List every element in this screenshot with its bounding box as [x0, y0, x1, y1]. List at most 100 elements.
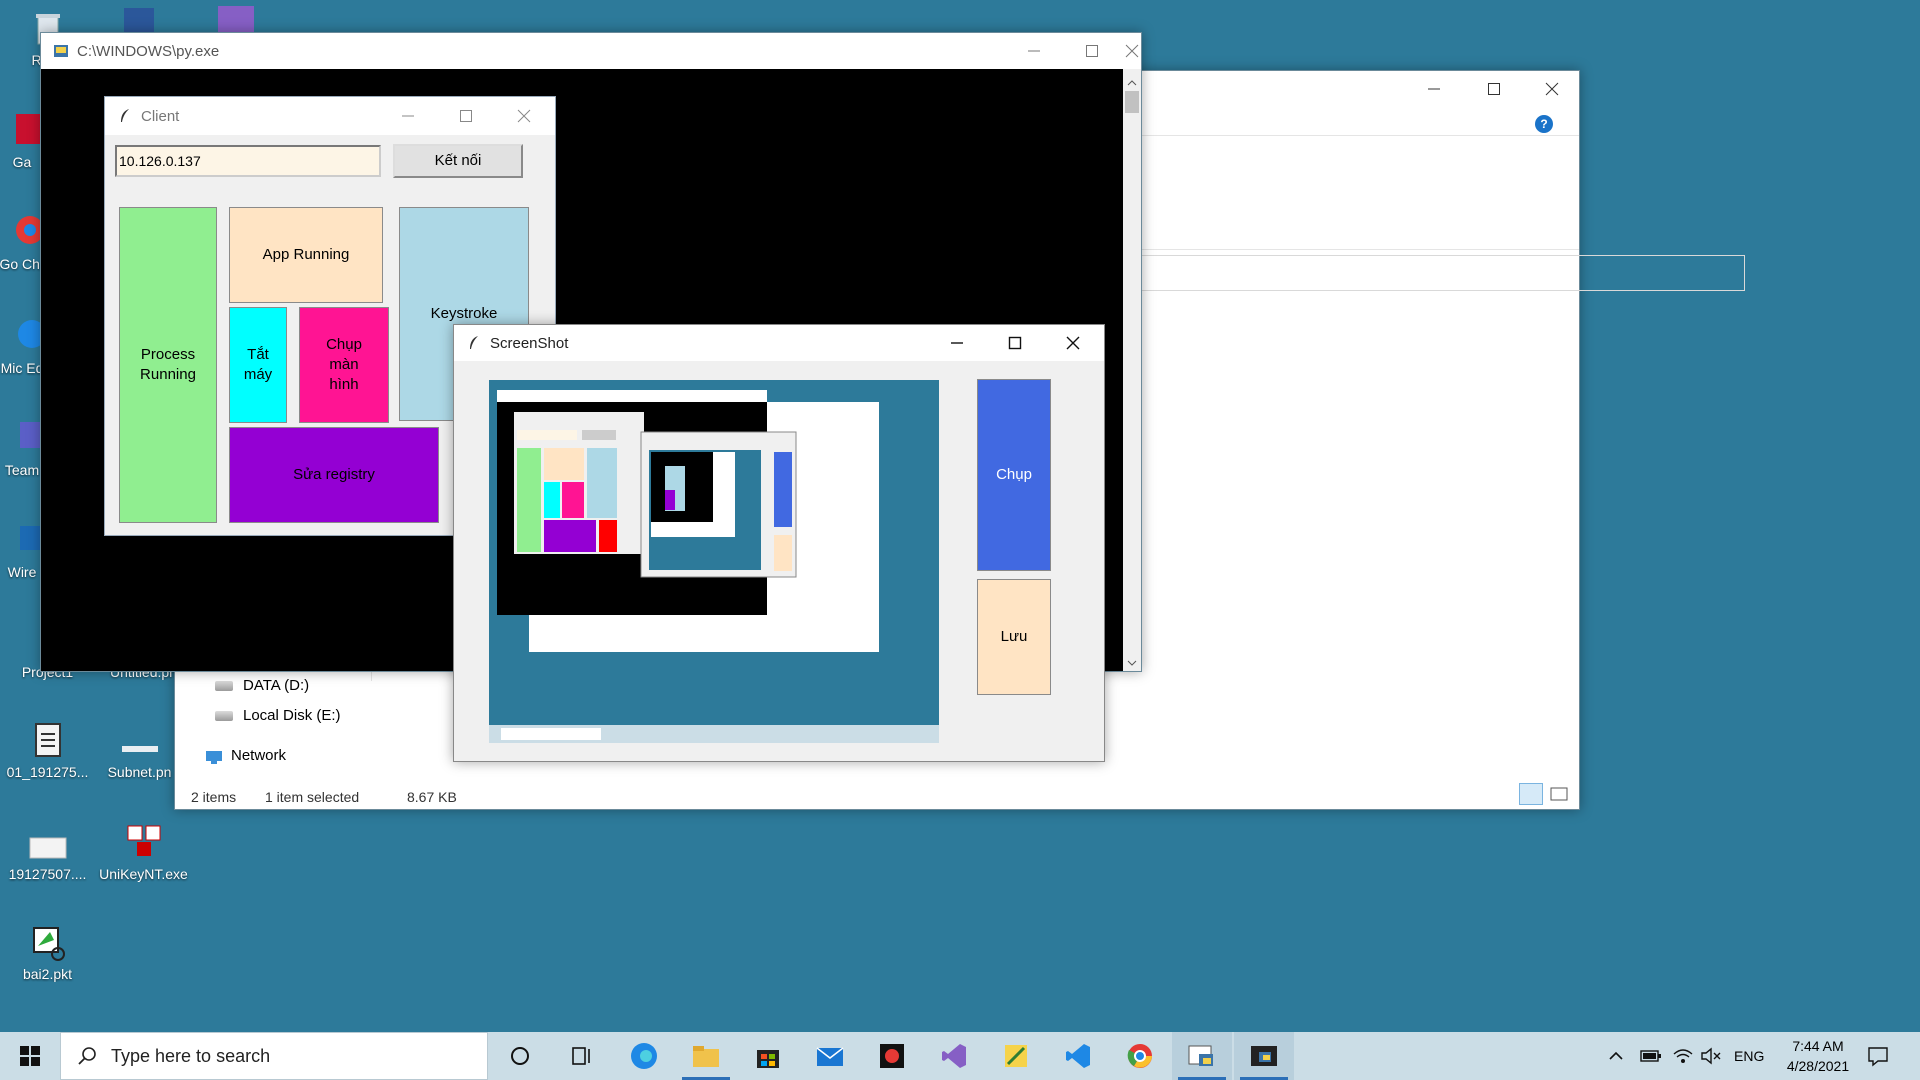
client-maximize-button[interactable] [437, 97, 495, 135]
teams-icon [2, 418, 42, 458]
volume-muted-icon[interactable] [1700, 1046, 1722, 1066]
search-box[interactable] [1135, 255, 1745, 291]
windows-logo-icon [20, 1046, 40, 1066]
explorer-minimize-button[interactable] [1405, 71, 1463, 107]
start-button[interactable] [0, 1032, 60, 1080]
status-size: 8.67 KB [407, 789, 457, 805]
image-thumbnail-icon [28, 822, 68, 862]
vscode-icon [1066, 1044, 1090, 1068]
clock-date: 4/28/2021 [1786, 1058, 1850, 1074]
explorer-close-button[interactable] [1523, 71, 1581, 107]
unikey-icon [124, 822, 164, 862]
save-button[interactable]: Lưu [977, 579, 1051, 695]
scroll-down-arrow-icon[interactable] [1127, 655, 1137, 666]
edge-icon [631, 1043, 657, 1069]
explorer-maximize-button[interactable] [1465, 71, 1523, 107]
screenshot-close-button[interactable] [1044, 325, 1102, 361]
screenshot-window: ScreenShot Chụp Lưu [453, 324, 1105, 762]
status-selection: 1 item selected [265, 789, 360, 805]
python-console-icon [54, 45, 68, 57]
search-placeholder: Type here to search [111, 1045, 271, 1066]
scroll-up-arrow-icon[interactable] [1127, 75, 1137, 86]
client-minimize-button[interactable] [379, 97, 437, 135]
details-view-icon[interactable] [1519, 783, 1543, 805]
screenshot-button[interactable]: Chụp màn hình [299, 307, 389, 423]
desktop-icon-label: 01_191275... [6, 764, 89, 780]
console-titlebar[interactable]: C:\WINDOWS\py.exe [41, 33, 1141, 69]
shutdown-button[interactable]: Tắt máy [229, 307, 287, 423]
task-view-icon [572, 1047, 590, 1065]
show-hidden-icons-chevron-icon[interactable] [1606, 1046, 1626, 1066]
taskbar-python-idle[interactable] [1172, 1032, 1232, 1080]
nav-item-label: DATA (D:) [243, 677, 310, 694]
language-indicator[interactable]: ENG [1734, 1048, 1764, 1064]
status-item-count: 2 items [191, 789, 237, 805]
console-title: C:\WINDOWS\py.exe [77, 42, 220, 60]
screenshot-preview-image [489, 380, 939, 743]
taskbar-garena[interactable] [862, 1032, 922, 1080]
garena-icon [880, 1044, 904, 1068]
packet-tracer-icon [28, 922, 68, 962]
taskbar-file-explorer[interactable] [676, 1032, 736, 1080]
edit-registry-button[interactable]: Sửa registry [229, 427, 439, 523]
preview-thumbnail-graphic [489, 380, 939, 743]
battery-icon[interactable] [1640, 1048, 1662, 1064]
desktop-icon-label: bai2.pkt [22, 966, 73, 982]
taskbar-visual-studio[interactable] [924, 1032, 984, 1080]
edge-icon [2, 316, 46, 356]
client-title: Client [141, 107, 180, 125]
large-icons-view-icon[interactable] [1547, 783, 1571, 805]
clock-time: 7:44 AM [1792, 1038, 1844, 1054]
taskbar-vscode[interactable] [1048, 1032, 1108, 1080]
desktop-icon-label: 19127507.... [8, 866, 87, 882]
nav-item-local-disk-e[interactable]: Local Disk (E:) [215, 707, 341, 724]
image-file-icon[interactable]: 19127507.... [0, 822, 95, 882]
nav-item-label: Local Disk (E:) [243, 707, 341, 724]
console-scrollbar[interactable] [1123, 69, 1141, 671]
feather-icon [121, 109, 129, 122]
connect-button[interactable]: Kết nối [393, 144, 523, 178]
taskbar-tool-app[interactable] [986, 1032, 1046, 1080]
taskbar-py-console[interactable] [1234, 1032, 1294, 1080]
client-close-button[interactable] [495, 97, 553, 135]
desktop-icon-label: Subnet.pn [107, 764, 172, 780]
nav-item-network[interactable]: Network [205, 747, 286, 764]
document-file-icon[interactable]: 01_191275... [0, 720, 95, 780]
cortana-button[interactable] [490, 1032, 550, 1080]
taskbar-mail[interactable] [800, 1032, 860, 1080]
network-icon [206, 750, 222, 764]
mail-icon [816, 1047, 844, 1066]
process-running-button[interactable]: Process Running [119, 207, 217, 523]
python-icon [1188, 1045, 1213, 1066]
scroll-thumb[interactable] [1125, 91, 1139, 113]
chevron-up-icon[interactable] [1527, 117, 1537, 127]
packet-tracer-file-icon[interactable]: bai2.pkt [0, 922, 95, 982]
taskbar-edge[interactable] [614, 1032, 674, 1080]
screenshot-maximize-button[interactable] [986, 325, 1044, 361]
nav-item-data-d[interactable]: DATA (D:) [215, 677, 309, 694]
screenshot-minimize-button[interactable] [928, 325, 986, 361]
taskbar-search-box[interactable]: Type here to search [60, 1032, 488, 1080]
clock[interactable]: 7:44 AM 4/28/2021 [1770, 1036, 1866, 1076]
task-view-button[interactable] [552, 1032, 612, 1080]
taskbar-store[interactable] [738, 1032, 798, 1080]
console-minimize-button[interactable] [1005, 33, 1063, 69]
console-close-button[interactable] [1121, 33, 1143, 69]
help-icon[interactable]: ? [1535, 115, 1553, 133]
wifi-icon[interactable] [1672, 1046, 1694, 1066]
subnet-png-icon[interactable]: Subnet.pn [92, 720, 187, 780]
cortana-circle-icon [511, 1047, 529, 1065]
search-icon [78, 1047, 96, 1065]
app-running-button[interactable]: App Running [229, 207, 383, 303]
taskbar-chrome[interactable] [1110, 1032, 1170, 1080]
notification-center-icon[interactable] [1866, 1044, 1890, 1068]
image-thumbnail-icon [120, 720, 160, 760]
chrome-icon [2, 212, 44, 252]
screenshot-title: ScreenShot [490, 334, 569, 352]
visual-studio-icon [942, 1044, 966, 1068]
capture-button[interactable]: Chụp [977, 379, 1051, 571]
ip-address-input[interactable] [115, 145, 381, 177]
feather-icon [470, 336, 478, 349]
console-maximize-button[interactable] [1063, 33, 1121, 69]
unikey-exe-icon[interactable]: UniKeyNT.exe [96, 822, 191, 882]
